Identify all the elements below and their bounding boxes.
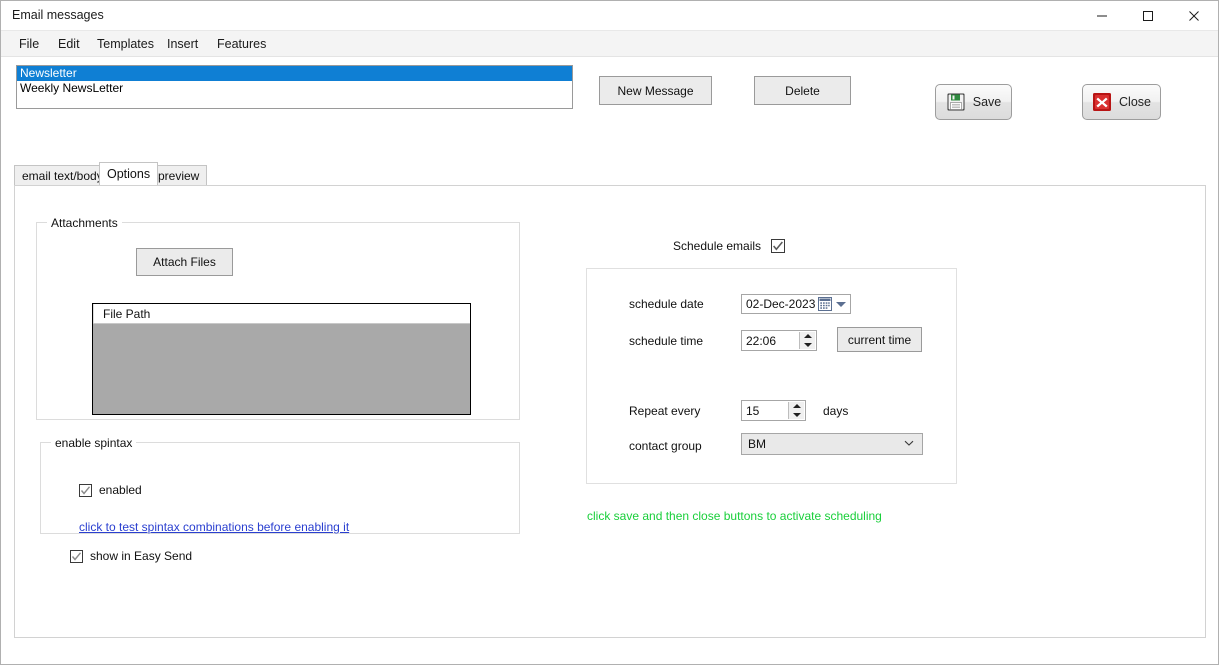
show-in-easy-send-label: show in Easy Send [90, 549, 193, 563]
current-time-button[interactable]: current time [837, 327, 922, 352]
save-button[interactable]: Save [935, 84, 1012, 120]
menu-item-edit[interactable]: Edit [49, 31, 89, 57]
contact-group-value: BM [748, 437, 766, 451]
spinner-down-button[interactable] [800, 341, 815, 350]
chevron-down-icon[interactable] [836, 302, 846, 307]
spinner-up-button[interactable] [800, 332, 815, 341]
checkbox-checked-icon[interactable] [70, 549, 83, 563]
schedule-time-input[interactable]: 22:06 [741, 330, 817, 351]
table-header-row: File Path [93, 304, 470, 324]
menu-item-insert[interactable]: Insert [158, 31, 207, 57]
spintax-enabled-label: enabled [99, 483, 142, 497]
repeat-unit-label: days [823, 404, 849, 418]
repeat-every-input[interactable]: 15 [741, 400, 806, 421]
new-message-button[interactable]: New Message [599, 76, 712, 105]
attach-files-button[interactable]: Attach Files [136, 248, 233, 276]
title-bar: Email messages [1, 1, 1218, 31]
schedule-date-label: schedule date [629, 297, 704, 311]
application-window: Email messages File Edit Templates Inser… [0, 0, 1219, 665]
spintax-legend: enable spintax [51, 436, 137, 450]
spinner-up-button[interactable] [789, 402, 804, 411]
options-tab-panel: Attachments Attach Files File Path enabl… [14, 185, 1206, 638]
checkmark-icon [80, 485, 91, 495]
close-icon [1189, 10, 1199, 21]
spintax-group: enable spintax enabled click to test spi… [40, 436, 520, 534]
attachments-table[interactable]: File Path [92, 303, 471, 415]
tab-preview[interactable]: preview [150, 165, 208, 185]
calendar-icon[interactable] [818, 297, 832, 311]
attachments-group: Attachments Attach Files File Path [36, 216, 520, 420]
menu-item-file[interactable]: File [10, 31, 48, 57]
show-in-easy-send-checkbox-row[interactable]: show in Easy Send [70, 549, 192, 563]
attachments-legend: Attachments [47, 216, 122, 230]
checkbox-checked-icon[interactable] [79, 483, 92, 497]
tab-options[interactable]: Options [99, 162, 159, 185]
tab-strip: email text/body Options preview [14, 162, 1206, 185]
spinner-arrows-icon[interactable] [799, 332, 815, 349]
contact-group-label: contact group [629, 439, 702, 453]
spinner-arrows-icon[interactable] [788, 402, 804, 419]
templates-listbox[interactable]: Newsletter Weekly NewsLetter [16, 65, 573, 109]
menu-item-features[interactable]: Features [208, 31, 275, 57]
window-close-button[interactable] [1171, 1, 1217, 30]
spinner-down-button[interactable] [789, 411, 804, 420]
column-header-file-path[interactable]: File Path [93, 304, 150, 323]
schedule-settings-panel: schedule date 02-Dec-2023 schedule time … [586, 268, 957, 484]
schedule-date-input[interactable]: 02-Dec-2023 [741, 294, 851, 314]
repeat-every-value: 15 [746, 403, 760, 418]
schedule-emails-checkbox-row[interactable]: Schedule emails [673, 239, 786, 253]
tab-email-text-body[interactable]: email text/body [14, 165, 111, 185]
menu-bar: File Edit Templates Insert Features [1, 31, 1218, 57]
schedule-time-value: 22:06 [746, 333, 777, 348]
minimize-button[interactable] [1079, 1, 1125, 30]
window-title: Email messages [12, 8, 104, 22]
list-item[interactable]: Newsletter [17, 66, 572, 81]
list-item[interactable]: Weekly NewsLetter [17, 81, 572, 96]
chevron-down-icon[interactable] [904, 438, 914, 448]
maximize-icon [1143, 10, 1153, 21]
schedule-time-label: schedule time [629, 334, 704, 348]
checkbox-checked-icon[interactable] [771, 239, 786, 253]
checkmark-icon [71, 551, 82, 561]
spintax-enabled-checkbox-row[interactable]: enabled [79, 483, 142, 497]
repeat-every-label: Repeat every [629, 404, 701, 418]
red-x-icon [1093, 93, 1112, 111]
maximize-button[interactable] [1125, 1, 1171, 30]
close-button[interactable]: Close [1082, 84, 1161, 120]
floppy-disk-icon [947, 93, 965, 111]
contact-group-select[interactable]: BM [741, 433, 923, 455]
delete-button[interactable]: Delete [754, 76, 851, 105]
menu-item-templates[interactable]: Templates [88, 31, 163, 57]
spintax-test-link[interactable]: click to test spintax combinations befor… [79, 520, 349, 534]
scheduling-hint-text: click save and then close buttons to act… [587, 509, 882, 523]
schedule-date-value: 02-Dec-2023 [746, 297, 816, 311]
save-button-label: Save [972, 95, 1002, 109]
schedule-emails-label: Schedule emails [673, 239, 762, 253]
close-button-label: Close [1119, 95, 1151, 109]
checkmark-icon [773, 241, 784, 251]
minimize-icon [1097, 15, 1107, 16]
